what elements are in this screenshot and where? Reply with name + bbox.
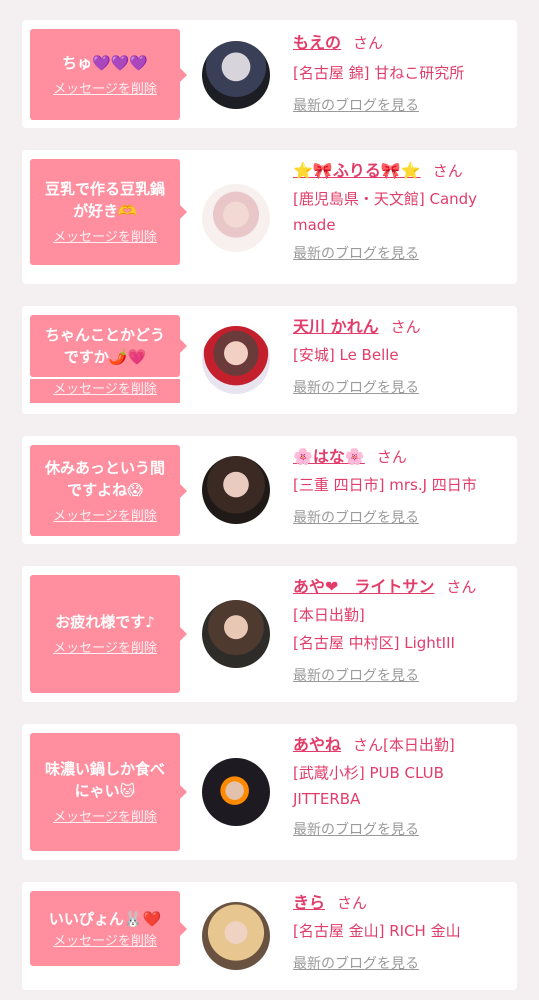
user-name-link[interactable]: 🌸はな🌸 bbox=[293, 447, 365, 466]
user-info: もえの さん [名古屋 錦] 甘ねこ研究所 最新のブログを見る bbox=[293, 32, 513, 116]
latest-blog-link[interactable]: 最新のブログを見る bbox=[293, 96, 513, 116]
attendance-badge: [本日出勤] bbox=[383, 736, 455, 754]
avatar[interactable] bbox=[202, 600, 270, 668]
delete-message-link[interactable]: メッセージを削除 bbox=[53, 810, 157, 826]
user-info: あや❤︎ ライトサン さん [本日出勤] [名古屋 中村区] LightIII 最… bbox=[293, 576, 513, 686]
user-name-link[interactable]: あやね bbox=[293, 735, 341, 754]
message-card: お疲れ様です♪ メッセージを削除 あや❤︎ ライトサン さん [本日出勤] [名古… bbox=[22, 566, 517, 702]
message-bubble: ちゅ💜💜💜 メッセージを削除 bbox=[30, 29, 187, 120]
message-card: ちゃんことかどうですか🌶️💗 メッセージを削除 天川 かれん さん [安城] Le… bbox=[22, 306, 517, 414]
shop-status: [本日出勤] bbox=[293, 606, 365, 624]
avatar[interactable] bbox=[202, 758, 270, 826]
latest-blog-link[interactable]: 最新のブログを見る bbox=[293, 954, 513, 974]
user-info: ⭐🎀ふりる🎀⭐ さん [鹿児島県・天文館] Candy made 最新のブログを見… bbox=[293, 160, 513, 264]
shop-info: [名古屋 金山] RICH 金山 bbox=[293, 922, 461, 940]
delete-message-link[interactable]: メッセージを削除 bbox=[53, 82, 157, 98]
message-text: 休みあっという間ですよね😱 bbox=[44, 458, 165, 499]
message-bubble: いいぴょん🐰❤️ メッセージを削除 bbox=[30, 891, 187, 966]
shop-info: [鹿児島県・天文館] Candy made bbox=[293, 190, 478, 234]
latest-blog-link[interactable]: 最新のブログを見る bbox=[293, 378, 513, 398]
message-text: ちゅ💜💜💜 bbox=[61, 53, 149, 72]
message-list: ちゅ💜💜💜 メッセージを削除 もえの さん [名古屋 錦] 甘ねこ研究所 最新のブ… bbox=[0, 0, 539, 1000]
message-card: 味濃い鍋しか食べにゃい🐱 メッセージを削除 あやね さん[本日出勤] [武蔵小杉]… bbox=[22, 724, 517, 860]
delete-message-link[interactable]: メッセージを削除 bbox=[53, 230, 157, 246]
honorific: さん bbox=[353, 34, 384, 52]
avatar[interactable] bbox=[202, 902, 270, 970]
avatar[interactable] bbox=[202, 456, 270, 524]
delete-message-link[interactable]: メッセージを削除 bbox=[53, 509, 157, 525]
user-name-link[interactable]: きら bbox=[293, 893, 325, 912]
user-info: きら さん [名古屋 金山] RICH 金山 最新のブログを見る bbox=[293, 892, 513, 974]
user-info: 天川 かれん さん [安城] Le Belle 最新のブログを見る bbox=[293, 316, 513, 398]
user-info: 🌸はな🌸 さん [三重 四日市] mrs.J 四日市 最新のブログを見る bbox=[293, 446, 513, 528]
delete-message-link[interactable]: メッセージを削除 bbox=[53, 934, 157, 950]
message-bubble: 休みあっという間ですよね😱 メッセージを削除 bbox=[30, 445, 187, 536]
message-text: いいぴょん🐰❤️ bbox=[48, 909, 162, 928]
user-name-link[interactable]: もえの bbox=[293, 33, 341, 52]
latest-blog-link[interactable]: 最新のブログを見る bbox=[293, 666, 513, 686]
shop-info: [名古屋 中村区] LightIII bbox=[293, 634, 455, 652]
shop-info: [武蔵小杉] PUB CLUB JITTERBA bbox=[293, 764, 444, 808]
honorific: さん bbox=[390, 318, 421, 336]
user-name-link[interactable]: あや❤︎ ライトサン bbox=[293, 577, 434, 596]
message-text: お疲れ様です♪ bbox=[55, 613, 155, 631]
message-bubble: 豆乳で作る豆乳鍋が好き🫶 メッセージを削除 bbox=[30, 159, 187, 265]
message-text: 豆乳で作る豆乳鍋が好き🫶 bbox=[44, 180, 165, 220]
message-card: ちゅ💜💜💜 メッセージを削除 もえの さん [名古屋 錦] 甘ねこ研究所 最新のブ… bbox=[22, 20, 517, 128]
honorific: さん bbox=[446, 578, 477, 596]
avatar[interactable] bbox=[202, 184, 270, 252]
message-bubble: ちゃんことかどうですか🌶️💗 bbox=[30, 315, 187, 377]
honorific: さん bbox=[353, 736, 384, 754]
latest-blog-link[interactable]: 最新のブログを見る bbox=[293, 508, 513, 528]
latest-blog-link[interactable]: 最新のブログを見る bbox=[293, 244, 513, 264]
avatar[interactable] bbox=[202, 41, 270, 109]
message-card: いいぴょん🐰❤️ メッセージを削除 きら さん [名古屋 金山] RICH 金山 … bbox=[22, 882, 517, 990]
latest-blog-link[interactable]: 最新のブログを見る bbox=[293, 820, 513, 840]
shop-info: [安城] Le Belle bbox=[293, 346, 399, 364]
message-card: 豆乳で作る豆乳鍋が好き🫶 メッセージを削除 ⭐🎀ふりる🎀⭐ さん [鹿児島県・天文… bbox=[22, 150, 517, 284]
honorific: さん bbox=[376, 448, 407, 466]
avatar[interactable] bbox=[202, 326, 270, 394]
user-name-link[interactable]: ⭐🎀ふりる🎀⭐ bbox=[293, 161, 421, 180]
delete-message-link[interactable]: メッセージを削除 bbox=[53, 641, 157, 657]
delete-message-link[interactable]: メッセージを削除 bbox=[30, 379, 180, 403]
honorific: さん bbox=[432, 162, 463, 180]
honorific: さん bbox=[337, 894, 368, 912]
message-text: 味濃い鍋しか食べにゃい🐱 bbox=[44, 760, 165, 800]
shop-info: [三重 四日市] mrs.J 四日市 bbox=[293, 476, 477, 494]
user-info: あやね さん[本日出勤] [武蔵小杉] PUB CLUB JITTERBA 最新の… bbox=[293, 734, 513, 840]
message-bubble: お疲れ様です♪ メッセージを削除 bbox=[30, 575, 187, 693]
user-name-link[interactable]: 天川 かれん bbox=[293, 317, 379, 336]
message-card: 休みあっという間ですよね😱 メッセージを削除 🌸はな🌸 さん [三重 四日市] m… bbox=[22, 436, 517, 544]
message-bubble: 味濃い鍋しか食べにゃい🐱 メッセージを削除 bbox=[30, 733, 187, 851]
shop-info: [名古屋 錦] 甘ねこ研究所 bbox=[293, 64, 465, 82]
message-text: ちゃんことかどうですか🌶️💗 bbox=[44, 326, 165, 366]
